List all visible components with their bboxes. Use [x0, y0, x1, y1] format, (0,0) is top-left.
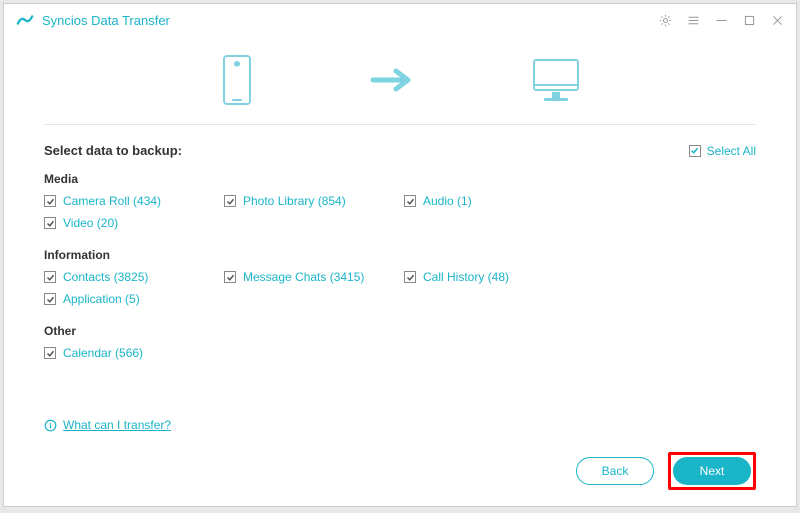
item-audio[interactable]: Audio (1) — [404, 194, 584, 208]
app-title: Syncios Data Transfer — [42, 13, 170, 28]
item-label: Message Chats (3415) — [243, 270, 364, 284]
page-heading: Select data to backup: — [44, 143, 182, 158]
checkbox-icon — [404, 271, 416, 283]
item-label: Calendar (566) — [63, 346, 143, 360]
checkbox-icon — [44, 347, 56, 359]
checkbox-icon — [44, 217, 56, 229]
transfer-diagram — [4, 36, 796, 124]
menu-icon[interactable] — [686, 13, 700, 27]
item-contacts[interactable]: Contacts (3825) — [44, 270, 224, 284]
item-label: Audio (1) — [423, 194, 472, 208]
checkbox-icon — [44, 195, 56, 207]
select-all-checkbox[interactable]: Select All — [689, 144, 756, 158]
item-call-history[interactable]: Call History (48) — [404, 270, 584, 284]
window-controls — [658, 13, 784, 27]
item-label: Application (5) — [63, 292, 140, 306]
item-label: Video (20) — [63, 216, 118, 230]
group-title-other: Other — [44, 324, 756, 338]
item-message-chats[interactable]: Message Chats (3415) — [224, 270, 404, 284]
gear-icon[interactable] — [658, 13, 672, 27]
close-icon[interactable] — [770, 13, 784, 27]
item-photo-library[interactable]: Photo Library (854) — [224, 194, 404, 208]
phone-icon — [216, 54, 258, 106]
app-window: Syncios Data Transfer — [3, 3, 797, 507]
next-button-highlight: Next — [668, 452, 756, 490]
back-button[interactable]: Back — [576, 457, 654, 485]
content-area: Select data to backup: Select All Media … — [4, 125, 796, 368]
item-calendar[interactable]: Calendar (566) — [44, 346, 224, 360]
checkbox-icon — [404, 195, 416, 207]
next-button[interactable]: Next — [673, 457, 751, 485]
checkbox-icon — [44, 293, 56, 305]
help-link-label: What can I transfer? — [63, 418, 171, 432]
group-title-information: Information — [44, 248, 756, 262]
titlebar: Syncios Data Transfer — [4, 4, 796, 36]
checkbox-icon — [224, 195, 236, 207]
item-label: Contacts (3825) — [63, 270, 148, 284]
checkbox-icon — [689, 145, 701, 157]
select-all-label: Select All — [707, 144, 756, 158]
computer-icon — [528, 56, 584, 104]
checkbox-icon — [224, 271, 236, 283]
checkbox-icon — [44, 271, 56, 283]
item-label: Photo Library (854) — [243, 194, 346, 208]
app-logo-icon — [16, 11, 34, 29]
group-title-media: Media — [44, 172, 756, 186]
help-link[interactable]: What can I transfer? — [44, 418, 756, 432]
item-camera-roll[interactable]: Camera Roll (434) — [44, 194, 224, 208]
footer: What can I transfer? Back Next — [4, 408, 796, 506]
item-video[interactable]: Video (20) — [44, 216, 224, 230]
item-application[interactable]: Application (5) — [44, 292, 224, 306]
item-label: Camera Roll (434) — [63, 194, 161, 208]
item-label: Call History (48) — [423, 270, 509, 284]
minimize-icon[interactable] — [714, 13, 728, 27]
arrow-right-icon — [368, 65, 418, 95]
maximize-icon[interactable] — [742, 13, 756, 27]
